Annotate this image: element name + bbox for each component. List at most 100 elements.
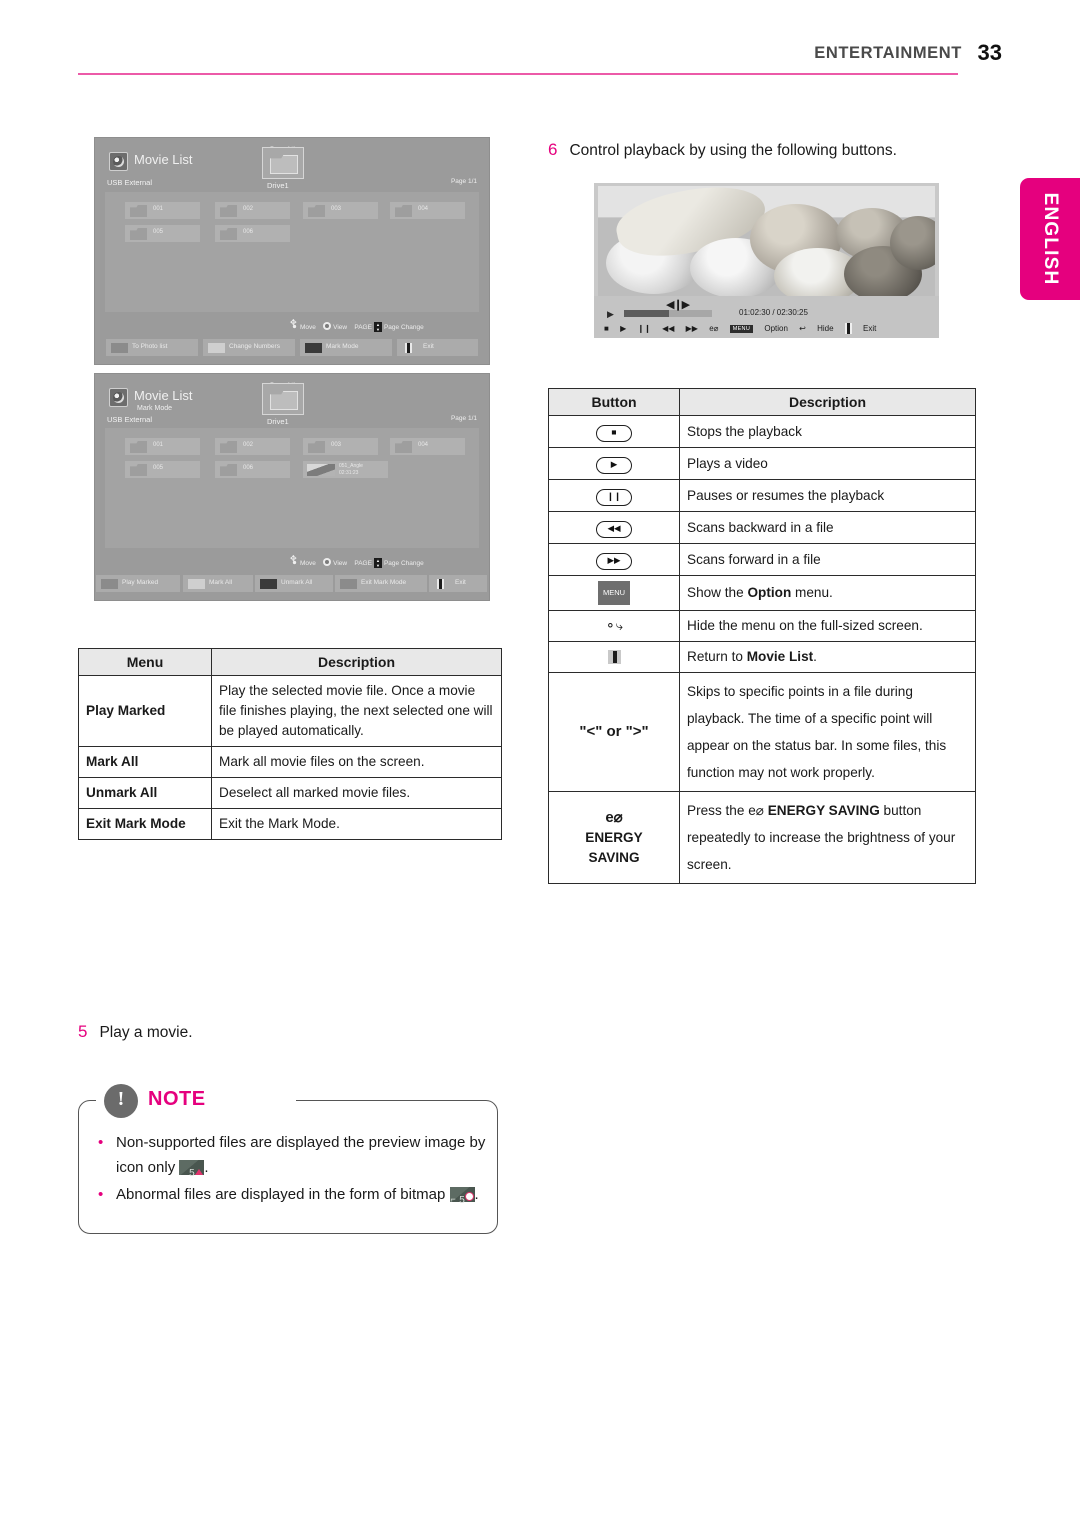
hint-page-key: PAGE	[354, 560, 372, 567]
exit-button[interactable]: Exit	[397, 339, 478, 356]
list-item[interactable]: 005	[125, 461, 200, 478]
list-item-label: 002	[243, 442, 254, 448]
option-label[interactable]: Option	[764, 324, 788, 333]
menu-cell: Play Marked	[78, 675, 212, 747]
description-cell: Hide the menu on the full-sized screen.	[679, 610, 976, 642]
list-item-label: 006	[243, 229, 254, 235]
hint-page-change: Page Change	[383, 324, 424, 331]
exit-key-icon[interactable]	[844, 323, 852, 334]
stop-button-icon: ■	[596, 425, 632, 442]
description-pre: Return to	[687, 649, 747, 664]
progress-bar[interactable]	[624, 310, 712, 317]
drive-folder-icon[interactable]	[262, 383, 304, 415]
description-cell: Exit the Mark Mode.	[211, 808, 502, 840]
back-button-icon: ⚬⤷	[604, 618, 624, 633]
pause-button-icon: ❙❙	[596, 489, 632, 506]
movie-file-item[interactable]: 051_Angle 02:31:23	[303, 461, 388, 478]
list-item-label: 003	[331, 206, 342, 212]
list-item[interactable]: 006	[215, 461, 290, 478]
movie-list-hints: Move View PAGE Page Change	[290, 318, 424, 332]
unmark-all-button[interactable]: Unmark All	[255, 575, 333, 592]
exit-button[interactable]: Exit	[429, 575, 487, 592]
table-row: ⚬⤷ Hide the menu on the full-sized scree…	[548, 610, 976, 642]
back-button-cell: ⚬⤷	[548, 610, 680, 642]
note-box: NOTE • Non-supported files are displayed …	[78, 1084, 500, 1236]
description-cell: Stops the playback	[679, 415, 976, 448]
drive-label: Drive1	[267, 181, 289, 190]
stop-button[interactable]: ■	[604, 324, 609, 333]
list-item[interactable]: 004	[390, 202, 465, 219]
list-item[interactable]: 003	[303, 438, 378, 455]
hide-label[interactable]: Hide	[817, 324, 833, 333]
list-item[interactable]: 006	[215, 225, 290, 242]
video-still-frame	[598, 186, 935, 296]
movie-list-source-label: USB External	[107, 178, 153, 187]
description-column-header: Description	[211, 648, 502, 676]
bitmap-icon-badge: ⌐ 5	[449, 1187, 475, 1206]
description-emphasis: Movie List	[746, 649, 814, 664]
list-item[interactable]: 001	[125, 438, 200, 455]
change-numbers-button[interactable]: Change Numbers	[203, 339, 295, 356]
mark-mode-page-right: Page 1/1	[450, 415, 477, 422]
folder-icon	[308, 441, 325, 453]
folder-icon	[395, 205, 412, 217]
movie-list-screen-mock: Movie List USB External Page 1/1 Page 1/…	[94, 137, 490, 365]
movie-list-logo-icon	[109, 152, 128, 171]
menu-button-cell: MENU	[548, 575, 680, 611]
table-row: Exit Mark Mode Exit the Mark Mode.	[78, 808, 502, 840]
color-key-gray-icon	[101, 579, 118, 589]
error-circle-icon	[464, 1192, 474, 1201]
movie-list-grid: 001 002 003 004 005 006	[105, 192, 479, 312]
pause-button[interactable]: ❙❙	[637, 324, 650, 333]
mark-mode-source-label: USB External	[107, 415, 153, 424]
forward-button-icon: ▶▶	[596, 553, 632, 570]
exit-key-icon	[437, 579, 444, 589]
button-description-table: Button Description ■ Stops the playback …	[548, 388, 976, 884]
language-side-tab-label: ENGLISH	[1040, 192, 1061, 286]
list-item[interactable]: 001	[125, 202, 200, 219]
page-number: 33	[977, 40, 1002, 65]
energy-saving-button[interactable]: e⌀	[709, 324, 718, 333]
menu-badge-icon[interactable]: MENU	[729, 324, 754, 333]
menu-cell: Unmark All	[78, 777, 212, 809]
progress-handle-icon[interactable]: ◀❙▶	[666, 298, 690, 311]
back-arrow-icon[interactable]: ↩	[799, 324, 806, 333]
stop-button-cell: ■	[548, 415, 680, 448]
mark-mode-button[interactable]: Mark Mode	[300, 339, 392, 356]
folder-icon	[130, 464, 147, 476]
forward-button[interactable]: ▶▶	[686, 324, 698, 333]
mark-mode-grid: 001 002 003 004 005 006 051_Angle 02:31:…	[105, 428, 479, 548]
table-row: ▶ Plays a video	[548, 447, 976, 480]
list-item[interactable]: 004	[390, 438, 465, 455]
mark-all-label: Mark All	[209, 579, 233, 586]
play-button[interactable]: ▶	[620, 324, 626, 333]
to-photo-list-button[interactable]: To Photo list	[106, 339, 198, 356]
exit-label: Exit	[455, 579, 466, 586]
description-pre: Press the	[687, 803, 749, 818]
mark-all-button[interactable]: Mark All	[183, 575, 253, 592]
exit-label[interactable]: Exit	[863, 324, 876, 333]
movie-file-duration: 02:31:23	[339, 470, 359, 476]
list-item-label: 002	[243, 206, 254, 212]
exclamation-icon	[104, 1084, 138, 1118]
play-marked-button[interactable]: Play Marked	[96, 575, 180, 592]
description-cell: Scans backward in a file	[679, 511, 976, 544]
description-cell: Return to Movie List.	[679, 641, 976, 673]
table-row: ■ Stops the playback	[548, 415, 976, 448]
exit-mark-mode-button[interactable]: Exit Mark Mode	[335, 575, 427, 592]
hint-move: Move	[300, 560, 316, 567]
description-cell: Skips to specific points in a file durin…	[679, 672, 976, 792]
drive-folder-icon[interactable]	[262, 147, 304, 179]
list-item[interactable]: 002	[215, 438, 290, 455]
folder-icon	[220, 228, 237, 240]
play-button-cell: ▶	[548, 447, 680, 480]
list-item[interactable]: 003	[303, 202, 378, 219]
table-row: Unmark All Deselect all marked movie fil…	[78, 777, 502, 809]
rewind-button[interactable]: ◀◀	[662, 324, 674, 333]
header-rule	[78, 73, 958, 75]
description-emphasis: Option	[747, 585, 792, 600]
list-item[interactable]: 005	[125, 225, 200, 242]
color-key-gray-icon	[340, 579, 357, 589]
menu-column-header: Menu	[78, 648, 212, 676]
list-item[interactable]: 002	[215, 202, 290, 219]
